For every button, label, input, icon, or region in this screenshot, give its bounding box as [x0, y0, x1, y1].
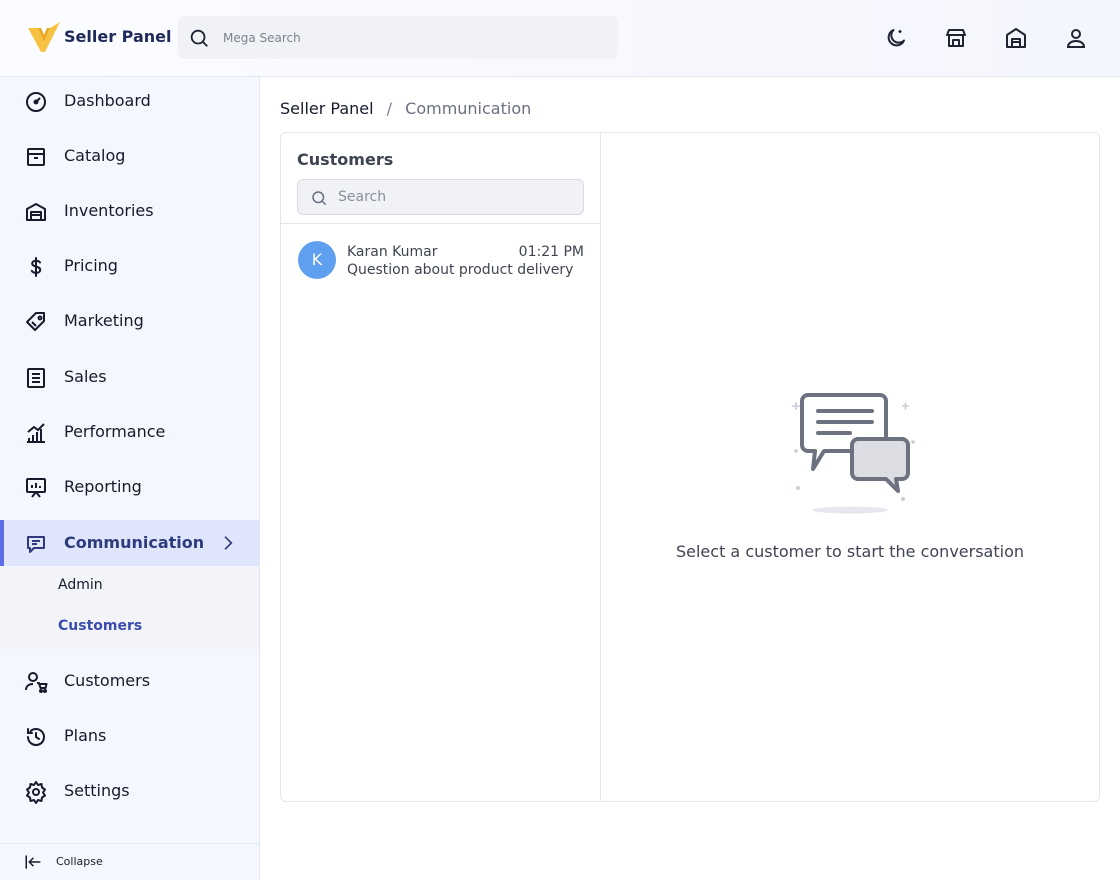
conversation-item[interactable]: K Karan Kumar 01:21 PM Question about pr… — [281, 233, 600, 287]
ticket-icon — [26, 312, 45, 331]
breadcrumb-separator: / — [386, 99, 393, 118]
sidebar-item-settings[interactable]: Settings — [0, 768, 259, 814]
gear-icon — [26, 781, 46, 804]
search-icon — [190, 29, 208, 47]
communication-submenu: Admin Customers — [0, 567, 259, 649]
chevron-right-icon — [224, 536, 233, 550]
sidebar-item-performance[interactable]: Performance — [0, 409, 259, 455]
communication-panel: Customers Search K Karan Kumar 01:21 PM … — [280, 132, 1100, 802]
presentation-icon — [26, 478, 46, 498]
sidebar-item-label: Communication — [64, 533, 205, 552]
sidebar-item-catalog[interactable]: Catalog — [0, 133, 259, 179]
sidebar-item-label: Pricing — [64, 256, 118, 275]
breadcrumb-home[interactable]: Seller Panel — [280, 99, 374, 118]
conversation-preview: Question about product delivery — [347, 262, 574, 278]
moon-icon — [887, 29, 905, 47]
customer-list-title: Customers — [297, 150, 394, 169]
logo-icon[interactable] — [28, 22, 60, 54]
customer-search-placeholder: Search — [338, 189, 387, 205]
collapse-button[interactable]: Collapse — [0, 843, 259, 880]
user-icon — [1066, 29, 1086, 48]
mega-search-placeholder: Mega Search — [223, 31, 301, 45]
theme-toggle-button[interactable] — [882, 24, 910, 52]
dollar-icon — [30, 257, 42, 277]
avatar: K — [298, 241, 336, 279]
history-icon — [27, 728, 45, 746]
store-button[interactable] — [942, 24, 970, 52]
sidebar-item-dashboard[interactable]: Dashboard — [0, 78, 259, 124]
sidebar-item-plans[interactable]: Plans — [0, 713, 259, 759]
sidebar-item-label: Inventories — [64, 201, 154, 220]
conversation-name: Karan Kumar — [347, 244, 438, 260]
breadcrumb: Seller Panel / Communication — [280, 99, 531, 118]
receipt-icon — [27, 368, 45, 388]
profile-button[interactable] — [1062, 24, 1090, 52]
gauge-icon — [26, 92, 46, 112]
conversation-time: 01:21 PM — [518, 244, 584, 260]
sidebar-item-label: Marketing — [64, 311, 144, 330]
sidebar: Dashboard Catalog Inventories Pricing Ma… — [0, 77, 260, 880]
sidebar-item-label: Reporting — [64, 477, 142, 496]
empty-state-message: Select a customer to start the conversat… — [675, 542, 1024, 561]
breadcrumb-current: Communication — [405, 99, 532, 118]
list-divider — [281, 223, 600, 224]
submenu-item-admin[interactable]: Admin — [58, 577, 103, 593]
mega-search-input[interactable]: Mega Search — [178, 16, 618, 59]
sidebar-item-pricing[interactable]: Pricing — [0, 243, 259, 289]
submenu-item-customers[interactable]: Customers — [58, 618, 142, 634]
search-icon — [312, 191, 327, 206]
brand-name[interactable]: Seller Panel — [64, 27, 171, 46]
collapse-label: Collapse — [56, 855, 103, 868]
chat-bubbles-icon — [792, 393, 915, 514]
customer-list-pane: Customers Search K Karan Kumar 01:21 PM … — [281, 133, 601, 801]
sidebar-item-sales[interactable]: Sales — [0, 354, 259, 400]
sidebar-item-label: Customers — [64, 671, 151, 690]
sidebar-item-customers[interactable]: Customers — [0, 658, 259, 704]
sidebar-item-label: Catalog — [64, 146, 126, 165]
chat-icon — [27, 536, 45, 553]
sidebar-item-label: Plans — [64, 726, 107, 745]
sidebar-item-reporting[interactable]: Reporting — [0, 464, 259, 510]
sidebar-item-marketing[interactable]: Marketing — [0, 298, 259, 344]
sidebar-item-label: Dashboard — [64, 91, 151, 110]
bar-chart-icon — [27, 423, 45, 443]
users-cart-icon — [25, 672, 48, 693]
top-header: Seller Panel Mega Search — [0, 0, 1120, 77]
sidebar-item-communication[interactable]: Communication — [0, 520, 259, 566]
storefront-icon — [946, 29, 966, 47]
warehouse-icon — [1006, 28, 1026, 48]
customer-search-input[interactable]: Search — [297, 179, 584, 215]
sidebar-item-label: Settings — [64, 781, 130, 800]
warehouse-button[interactable] — [1002, 24, 1030, 52]
warehouse-icon — [26, 203, 46, 221]
collapse-icon — [25, 855, 41, 869]
sidebar-item-label: Performance — [64, 422, 166, 441]
sidebar-item-inventories[interactable]: Inventories — [0, 188, 259, 234]
sidebar-item-label: Sales — [64, 367, 107, 386]
box-icon — [27, 148, 45, 166]
